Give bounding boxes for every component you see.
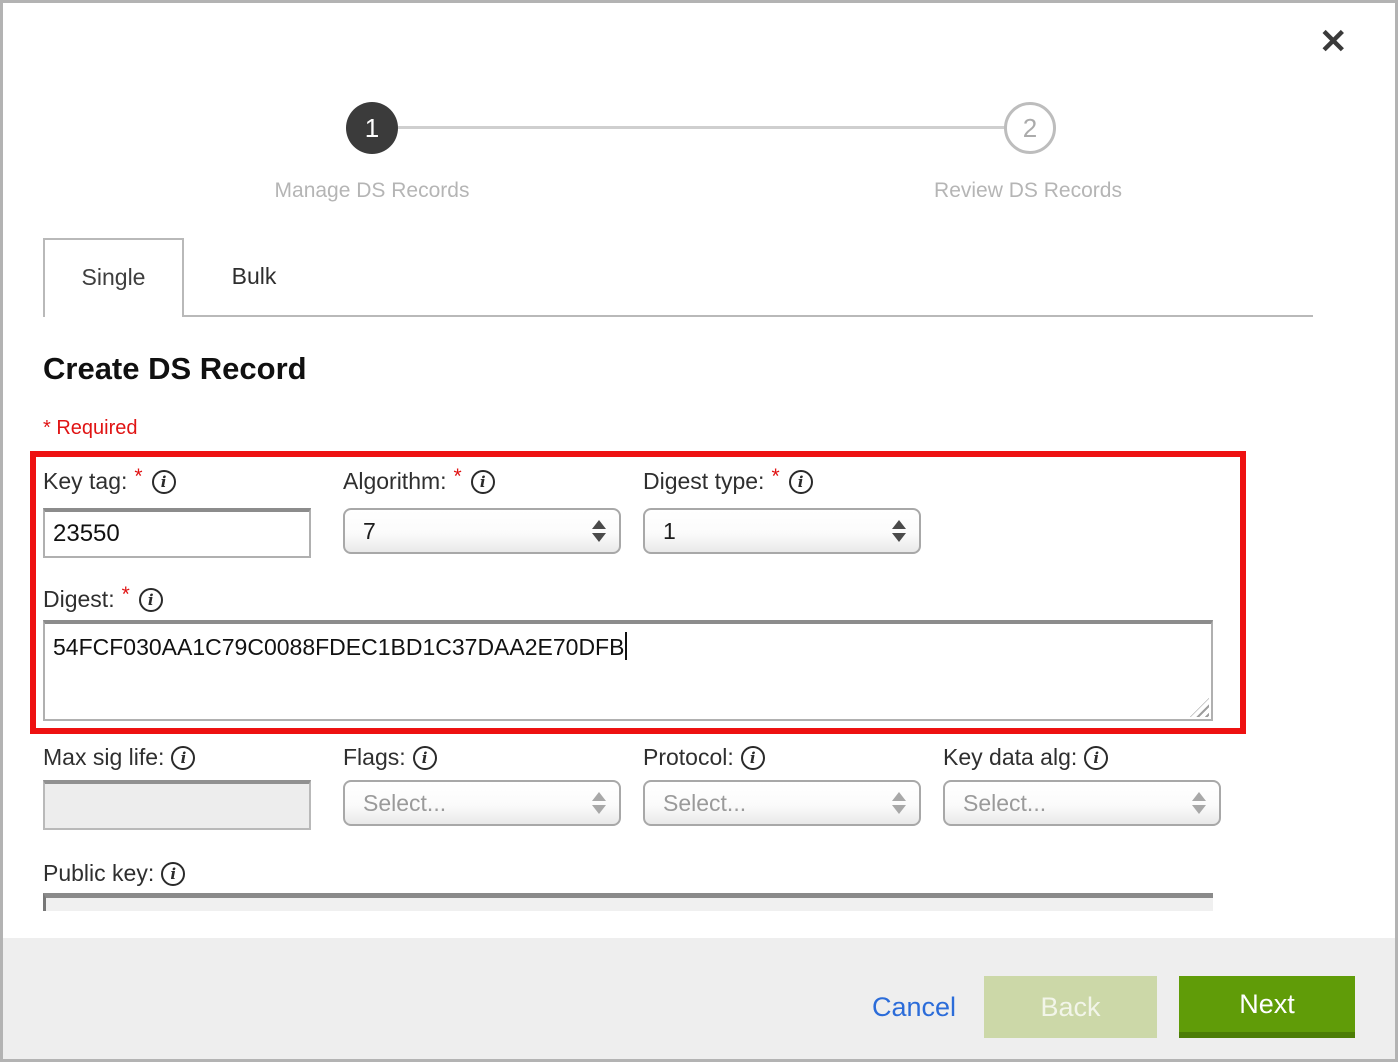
digest-label-text: Digest:: [43, 586, 115, 613]
digest-textarea[interactable]: 54FCF030AA1C79C0088FDEC1BD1C37DAA2E70DFB: [43, 620, 1213, 721]
digest-type-select-value: 1: [663, 518, 676, 544]
flags-select[interactable]: Select...: [343, 780, 621, 826]
resize-handle[interactable]: [1190, 698, 1209, 717]
algorithm-label: Algorithm: * i: [343, 468, 495, 495]
key-tag-label-text: Key tag:: [43, 468, 127, 495]
key-data-alg-label: Key data alg: i: [943, 744, 1108, 771]
info-icon[interactable]: i: [161, 862, 185, 886]
step-2-label: Review DS Records: [934, 179, 1122, 203]
protocol-select-value: Select...: [663, 790, 746, 816]
required-asterisk: *: [454, 465, 462, 489]
info-icon[interactable]: i: [152, 470, 176, 494]
protocol-select[interactable]: Select...: [643, 780, 921, 826]
max-sig-life-label-text: Max sig life:: [43, 744, 164, 771]
info-icon[interactable]: i: [171, 746, 195, 770]
select-arrows-icon: [592, 792, 606, 814]
public-key-textarea[interactable]: [43, 893, 1213, 911]
public-key-label-text: Public key:: [43, 860, 154, 887]
select-arrows-icon: [592, 520, 606, 542]
info-icon[interactable]: i: [1084, 746, 1108, 770]
flags-label-text: Flags:: [343, 744, 406, 771]
back-button[interactable]: Back: [984, 976, 1157, 1038]
select-arrows-icon: [1192, 792, 1206, 814]
cancel-button[interactable]: Cancel: [872, 976, 956, 1038]
info-icon[interactable]: i: [139, 588, 163, 612]
max-sig-life-input[interactable]: [43, 780, 311, 830]
algorithm-select[interactable]: 7: [343, 508, 621, 554]
select-arrows-icon: [892, 792, 906, 814]
key-tag-label: Key tag: * i: [43, 468, 176, 495]
algorithm-label-text: Algorithm:: [343, 468, 447, 495]
tab-bulk[interactable]: Bulk: [184, 238, 324, 315]
flags-select-value: Select...: [363, 790, 446, 816]
digest-value: 54FCF030AA1C79C0088FDEC1BD1C37DAA2E70DFB: [53, 634, 624, 660]
flags-label: Flags: i: [343, 744, 437, 771]
required-asterisk: *: [134, 465, 142, 489]
close-icon[interactable]: ✕: [1319, 25, 1348, 59]
select-arrows-icon: [892, 520, 906, 542]
create-ds-record-modal: { "icons": { "close": "✕", "info": "i" }…: [0, 0, 1398, 1062]
required-note: * Required: [43, 417, 138, 440]
info-icon[interactable]: i: [789, 470, 813, 494]
step-2-indicator: 2: [1004, 102, 1056, 154]
algorithm-select-value: 7: [363, 518, 376, 544]
tabs-underline: [184, 315, 1313, 317]
text-cursor: [625, 632, 627, 660]
protocol-label: Protocol: i: [643, 744, 765, 771]
key-data-alg-label-text: Key data alg:: [943, 744, 1077, 771]
step-connector-line: [398, 126, 1006, 129]
key-data-alg-select-value: Select...: [963, 790, 1046, 816]
digest-type-select[interactable]: 1: [643, 508, 921, 554]
digest-type-label: Digest type: * i: [643, 468, 813, 495]
key-data-alg-select[interactable]: Select...: [943, 780, 1221, 826]
info-icon[interactable]: i: [413, 746, 437, 770]
page-title: Create DS Record: [43, 351, 307, 387]
step-1-indicator: 1: [346, 102, 398, 154]
digest-label: Digest: * i: [43, 586, 163, 613]
public-key-label: Public key: i: [43, 860, 185, 887]
digest-type-label-text: Digest type:: [643, 468, 764, 495]
info-icon[interactable]: i: [471, 470, 495, 494]
protocol-label-text: Protocol:: [643, 744, 734, 771]
max-sig-life-label: Max sig life: i: [43, 744, 195, 771]
info-icon[interactable]: i: [741, 746, 765, 770]
step-1-label: Manage DS Records: [275, 179, 470, 203]
next-button[interactable]: Next: [1179, 976, 1355, 1038]
required-asterisk: *: [122, 583, 130, 607]
required-asterisk: *: [771, 465, 779, 489]
tab-single[interactable]: Single: [43, 238, 184, 317]
key-tag-input[interactable]: [43, 508, 311, 558]
